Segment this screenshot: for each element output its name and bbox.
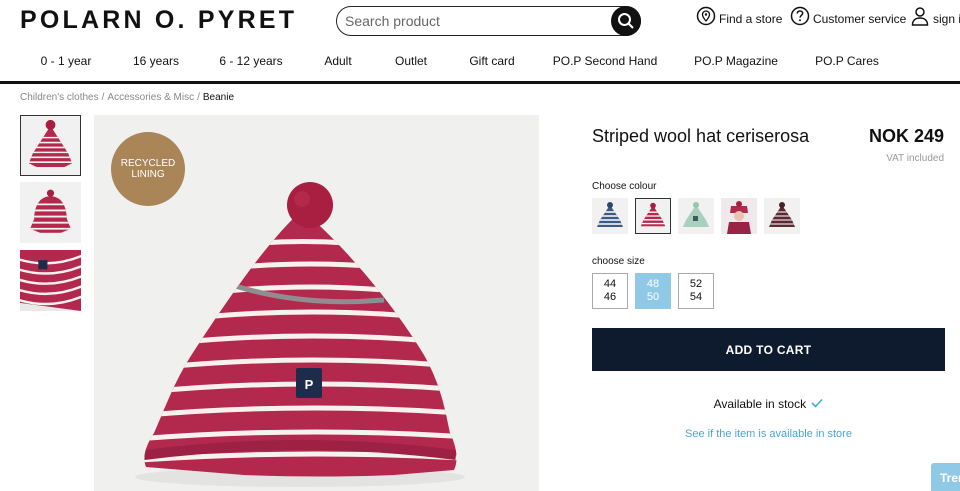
breadcrumb-childrens-clothes[interactable]: Children's clothes [20, 92, 99, 103]
find-store-link[interactable]: Find a store [696, 6, 782, 28]
hat-back-thumbnail-image [20, 182, 81, 243]
customer-service-label: Customer service [813, 12, 907, 26]
size-line-2: 46 [603, 291, 617, 303]
breadcrumb: Children's clothes / Accessories & Misc / Be… [20, 92, 234, 103]
nav-item-outlet[interactable]: Outlet [395, 54, 427, 68]
brand-logo[interactable]: POLARN O. PYRET [20, 6, 297, 35]
stock-status-text: Available in stock [713, 397, 807, 411]
size-line-1: 44 [603, 278, 617, 290]
navy-hat-swatch-image [597, 202, 623, 227]
sign-in-link[interactable]: sign in [910, 6, 960, 28]
customer-service-link[interactable]: Customer service [790, 6, 906, 28]
stock-status: Available in stock [592, 397, 945, 411]
product-price: NOK 249 [868, 126, 944, 146]
colour-swatch-mint[interactable] [678, 198, 714, 234]
thumbnail-3[interactable] [20, 250, 81, 311]
checkmark-icon [811, 398, 824, 408]
recycled-lining-badge: RECYCLED LINING [111, 132, 185, 206]
thumbnail-1[interactable] [20, 115, 81, 176]
hat-closeup-thumbnail-image [20, 250, 81, 311]
hat-thumbnail-image [21, 116, 80, 175]
product-title: Striped wool hat ceriserosa [592, 126, 810, 146]
breadcrumb-separator: / [101, 92, 105, 103]
product-main-image[interactable]: P RECYCLED LINING [94, 115, 539, 491]
size-line-2: 54 [689, 291, 703, 303]
size-line-2: 50 [646, 291, 660, 303]
size-label: choose size [592, 256, 645, 267]
colour-swatch-ceriserosa[interactable] [635, 198, 671, 234]
colour-swatch-pink-model[interactable] [721, 198, 757, 234]
colour-swatch-dark-red[interactable] [764, 198, 800, 234]
dark-red-hat-swatch-image [769, 202, 795, 227]
add-to-cart-button[interactable]: ADD TO CART [592, 328, 945, 371]
ceriserosa-hat-swatch-image [640, 202, 666, 227]
store-availability-link[interactable]: See if the item is available in store [592, 428, 945, 440]
search-icon [618, 13, 634, 29]
colour-swatch-navy[interactable] [592, 198, 628, 234]
location-pin-icon [696, 6, 716, 26]
nav-item-16-years[interactable]: 16 years [133, 54, 179, 68]
nav-item-magazine[interactable]: PO.P Magazine [694, 54, 778, 68]
thumbnail-2[interactable] [20, 182, 81, 243]
find-store-label: Find a store [719, 12, 783, 26]
nav-item-second-hand[interactable]: PO.P Second Hand [553, 54, 658, 68]
sign-in-label: sign in [933, 12, 960, 26]
nav-item-0-1-year[interactable]: 0 - 1 year [41, 54, 92, 68]
model-swatch-image [721, 198, 757, 234]
nav-item-6-12-years[interactable]: 6 - 12 years [219, 54, 282, 68]
nav-item-gift-card[interactable]: Gift card [469, 54, 514, 68]
size-option-48-50[interactable]: 48 50 [635, 273, 671, 309]
user-icon [911, 7, 929, 26]
question-icon [790, 6, 810, 26]
nav-divider [0, 81, 960, 84]
brand-label-icon: P [305, 377, 314, 392]
size-line-1: 52 [689, 278, 703, 290]
feedback-tab[interactable]: Trer [931, 463, 960, 491]
nav-item-cares[interactable]: PO.P Cares [815, 54, 879, 68]
size-option-52-54[interactable]: 52 54 [678, 273, 714, 309]
vat-note: VAT included [886, 153, 944, 164]
breadcrumb-accessories[interactable]: Accessories & Misc [107, 92, 194, 103]
search-button[interactable] [611, 6, 641, 36]
search-bar[interactable] [336, 6, 641, 36]
search-input[interactable] [337, 7, 607, 35]
nav-item-adult[interactable]: Adult [324, 54, 351, 68]
size-option-44-46[interactable]: 44 46 [592, 273, 628, 309]
main-nav: 0 - 1 year 16 years 6 - 12 years Adult O… [0, 49, 960, 75]
breadcrumb-current: Beanie [202, 92, 235, 103]
colour-label: Choose colour [592, 181, 657, 192]
breadcrumb-separator: / [197, 92, 200, 103]
mint-hat-swatch-image [683, 202, 709, 227]
size-line-1: 48 [646, 278, 660, 290]
